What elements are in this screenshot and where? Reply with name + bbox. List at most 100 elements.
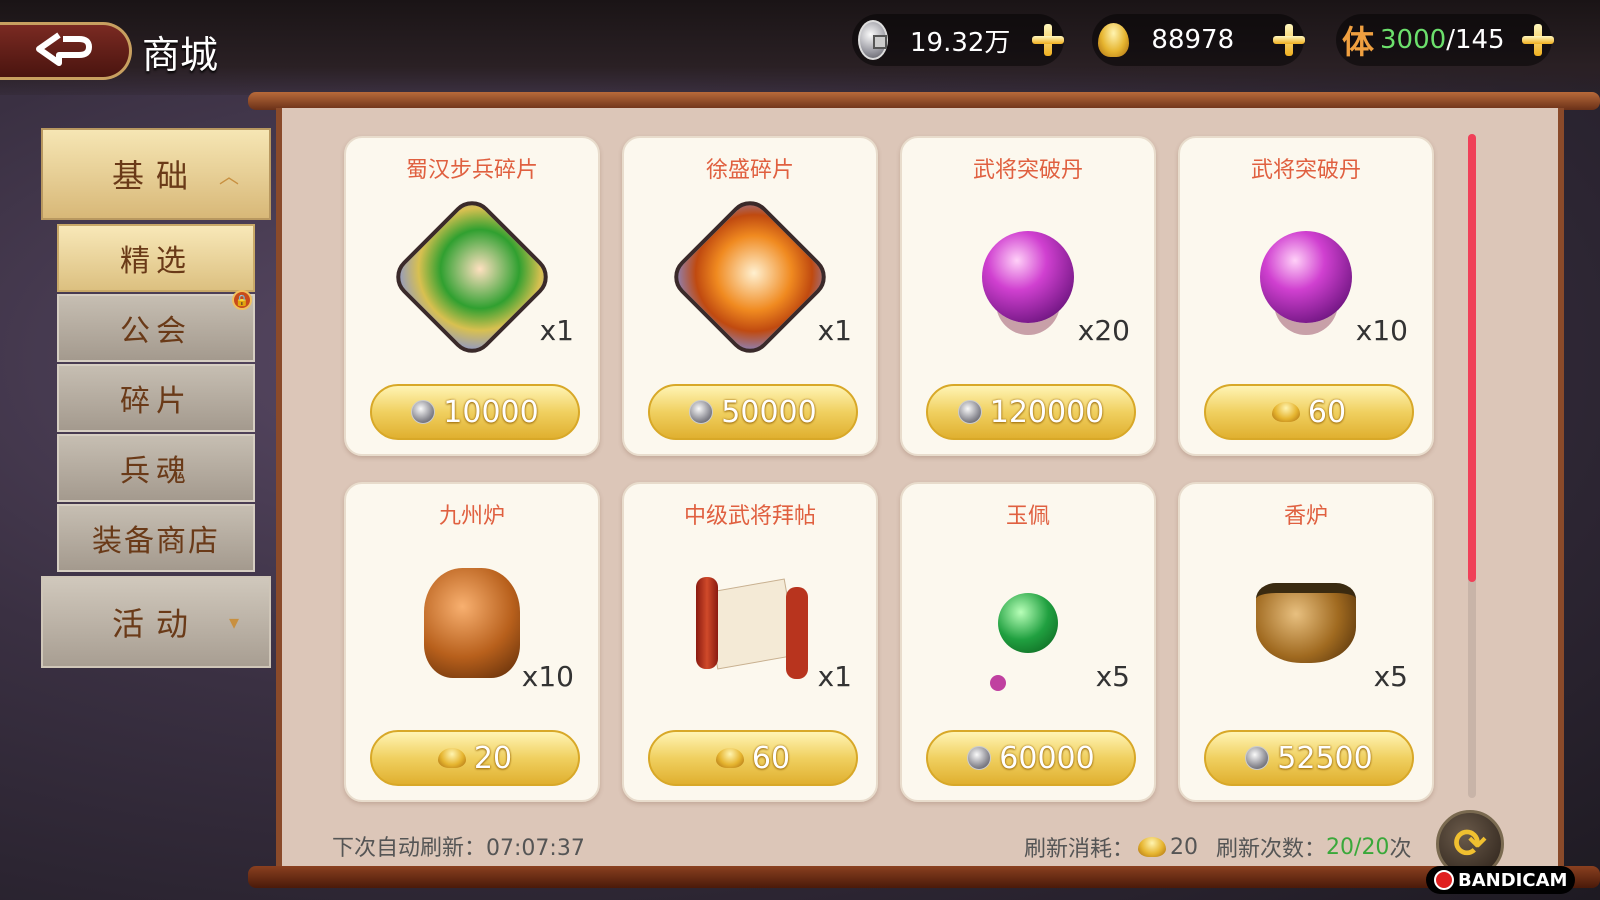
item-name: 玉佩	[1005, 504, 1050, 529]
item-quantity: x5	[1373, 660, 1408, 693]
censer-icon	[1231, 548, 1381, 698]
shop-item-card[interactable]: 徐盛碎片 x1 50000	[622, 136, 878, 456]
chevron-up-icon: ︿	[219, 163, 239, 188]
recorder-watermark: BANDICAM	[1426, 866, 1576, 894]
buy-button[interactable]: 60000	[926, 730, 1136, 786]
shop-item-card[interactable]: 武将突破丹 x20 120000	[900, 136, 1156, 456]
item-name: 香炉	[1283, 504, 1328, 529]
infantry-fragment-icon	[387, 192, 557, 362]
buy-button[interactable]: 120000	[926, 384, 1136, 440]
menu-item-label: 兵魂	[120, 454, 192, 489]
ingot-icon	[1271, 402, 1300, 422]
invitation-scroll-icon	[675, 548, 825, 698]
item-name: 蜀汉步兵碎片	[405, 158, 538, 183]
buy-button[interactable]: 50000	[648, 384, 858, 440]
menu-category-basic[interactable]: 基础 ︿	[41, 128, 271, 220]
menu-item-equipment-shop[interactable]: 装备商店	[57, 504, 255, 572]
cost-value: 20	[1170, 834, 1199, 860]
shop-item-card[interactable]: 香炉 x5 52500	[1178, 482, 1434, 802]
timer-label: 下次自动刷新：	[332, 836, 487, 861]
count-unit: 次	[1389, 837, 1412, 862]
stamina-resource: 体 3000/145	[1336, 14, 1554, 66]
scroll-bottom-rod	[248, 866, 1600, 888]
cost-label: 刷新消耗：	[1024, 837, 1135, 862]
refresh-info: 刷新消耗： 20 刷新次数： 20/20 次	[1024, 831, 1411, 863]
item-quantity: x10	[521, 660, 574, 693]
gold-ingot-icon	[1098, 23, 1130, 57]
jade-pendant-icon	[953, 548, 1103, 698]
silver-resource: 19.32万	[852, 14, 1064, 66]
scrollbar[interactable]	[1468, 134, 1476, 798]
shop-item-card[interactable]: 蜀汉步兵碎片 x1 10000	[344, 136, 600, 456]
menu-item-label: 公会	[120, 314, 192, 349]
menu-item-fragments[interactable]: 碎片	[57, 364, 255, 432]
item-quantity: x10	[1355, 314, 1408, 347]
shop-item-card[interactable]: 武将突破丹 x10 60	[1178, 136, 1434, 456]
ingot-icon	[437, 748, 466, 768]
add-gold-button[interactable]	[1271, 22, 1305, 58]
item-price: 60	[1307, 394, 1347, 430]
menu-item-label: 精选	[120, 244, 192, 279]
coin-icon	[689, 400, 714, 424]
refresh-icon: ⟳	[1453, 821, 1487, 867]
menu-item-soldier-soul[interactable]: 兵魂	[57, 434, 255, 502]
item-quantity: x1	[817, 660, 852, 693]
shop-item-card[interactable]: 中级武将拜帖 x1 60	[622, 482, 878, 802]
timer-value: 07:07:37	[486, 836, 585, 861]
watermark-text: BANDICAM	[1458, 869, 1568, 891]
item-quantity: x5	[1095, 660, 1130, 693]
item-quantity: x20	[1077, 314, 1130, 347]
buy-button[interactable]: 60	[648, 730, 858, 786]
menu-item-guild[interactable]: 公会	[57, 294, 255, 362]
menu-category-label: 基础	[111, 157, 200, 195]
shop-item-card[interactable]: 九州炉 x10 20	[344, 482, 600, 802]
chevron-down-icon: ▾	[228, 610, 239, 634]
item-name: 武将突破丹	[1250, 158, 1361, 183]
stamina-current: 3000	[1380, 25, 1447, 55]
item-name: 九州炉	[438, 504, 505, 529]
buy-button[interactable]: 52500	[1204, 730, 1414, 786]
item-name: 中级武将拜帖	[683, 504, 816, 529]
menu-category-events[interactable]: 活动 ▾	[41, 576, 271, 668]
coin-icon	[957, 400, 982, 424]
item-quantity: x1	[817, 314, 852, 347]
stamina-max: /145	[1446, 25, 1505, 55]
back-button[interactable]	[0, 22, 132, 80]
count-label: 刷新次数：	[1216, 837, 1327, 862]
page-title: 商城	[142, 33, 219, 77]
gold-resource: 88978	[1092, 14, 1305, 66]
item-price: 20	[473, 740, 513, 776]
buy-button[interactable]: 20	[370, 730, 580, 786]
ingot-icon	[1138, 837, 1167, 857]
item-name: 徐盛碎片	[705, 158, 794, 183]
back-arrow-icon	[35, 32, 92, 66]
coin-icon	[1245, 746, 1270, 770]
menu-item-label: 碎片	[120, 384, 192, 419]
add-silver-button[interactable]	[1030, 22, 1064, 58]
coin-icon	[967, 746, 992, 770]
item-price: 10000	[443, 394, 539, 430]
item-price: 60000	[999, 740, 1095, 776]
stamina-value: 3000/145	[1380, 25, 1510, 55]
xusheng-fragment-icon	[665, 192, 835, 362]
item-price: 50000	[721, 394, 817, 430]
item-name: 武将突破丹	[972, 158, 1083, 183]
shop-item-card[interactable]: 玉佩 x5 60000	[900, 482, 1156, 802]
item-price: 60	[751, 740, 791, 776]
ingot-icon	[715, 748, 744, 768]
scrollbar-thumb[interactable]	[1468, 134, 1476, 582]
menu-item-featured[interactable]: 精选	[57, 224, 255, 292]
silver-value: 19.32万	[910, 27, 1011, 58]
buy-button[interactable]: 60	[1204, 384, 1414, 440]
stamina-icon: 体	[1342, 23, 1375, 61]
buy-button[interactable]: 10000	[370, 384, 580, 440]
item-quantity: x1	[539, 314, 574, 347]
record-icon	[1434, 870, 1454, 890]
add-stamina-button[interactable]	[1520, 22, 1554, 58]
item-price: 120000	[989, 394, 1105, 430]
menu-item-label: 装备商店	[92, 524, 220, 559]
menu-category-label: 活动	[111, 605, 200, 643]
gold-value: 88978	[1151, 25, 1235, 55]
lock-icon: 🔒	[232, 290, 252, 310]
auto-refresh-timer: 下次自动刷新：07:07:37	[332, 830, 585, 862]
